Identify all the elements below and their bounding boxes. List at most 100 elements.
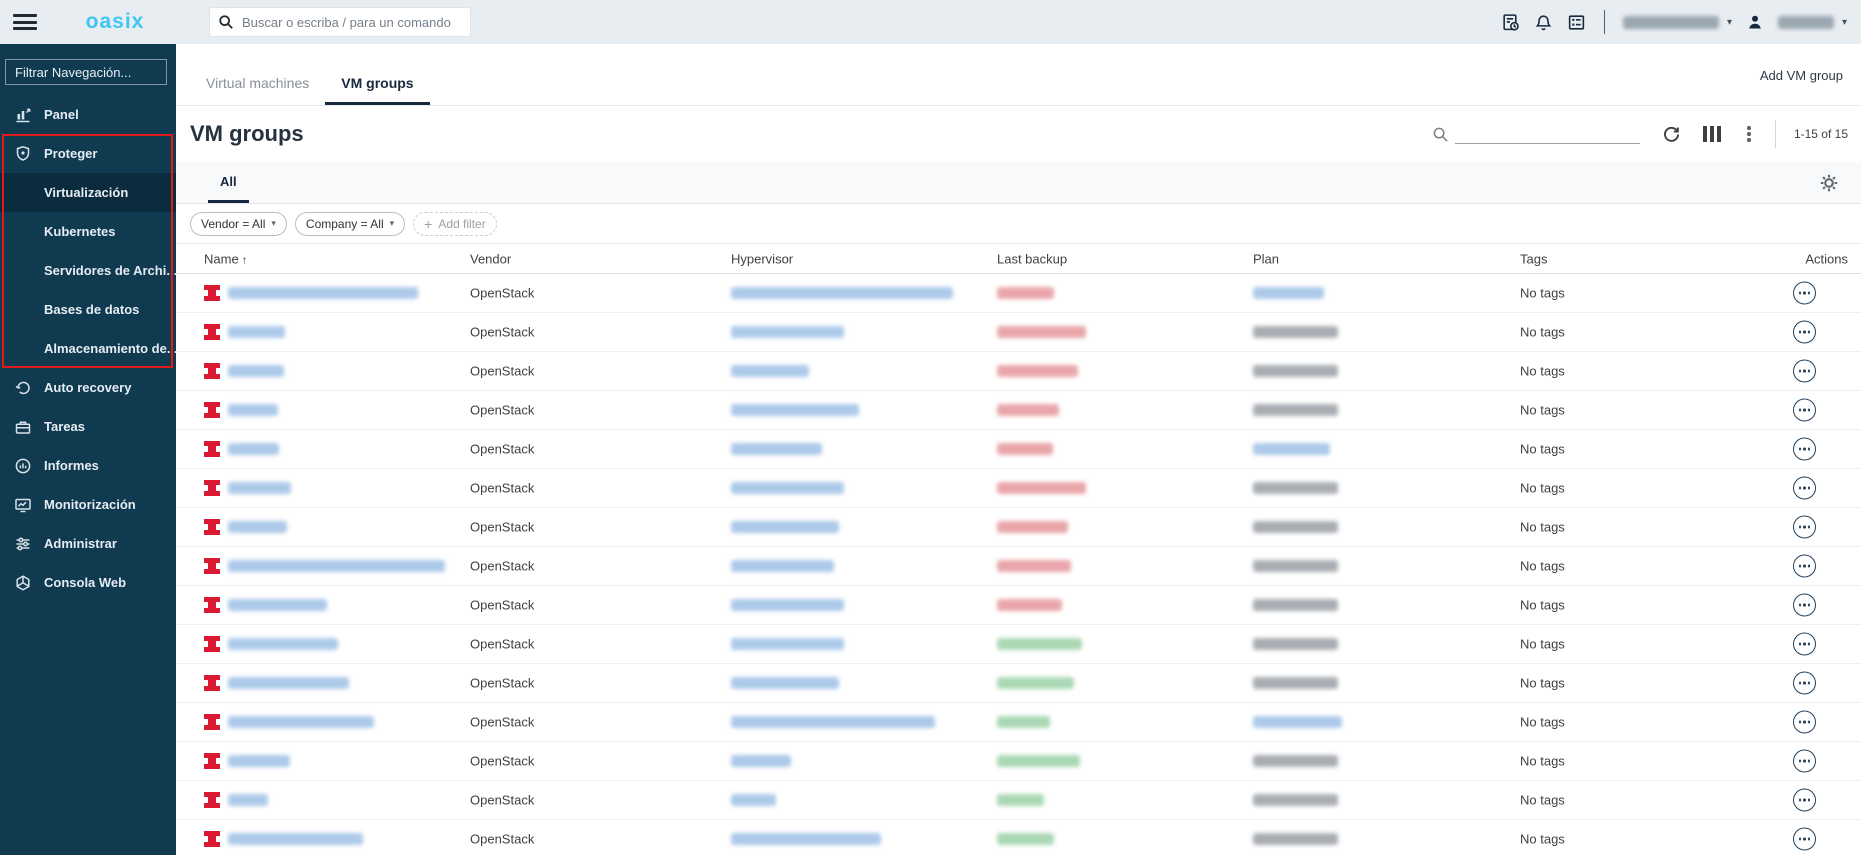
view-tab-all[interactable]: All	[208, 174, 249, 203]
vm-group-name-link[interactable]	[228, 638, 338, 650]
plan-link[interactable]	[1253, 287, 1324, 299]
row-actions-button[interactable]	[1793, 515, 1816, 539]
add-filter-button[interactable]: + Add filter	[413, 211, 497, 236]
table-search-input[interactable]	[1454, 124, 1640, 144]
user-name[interactable]	[1777, 15, 1834, 29]
refresh-icon[interactable]	[1662, 125, 1681, 144]
vm-group-name-link[interactable]	[228, 716, 374, 728]
filter-chip-company[interactable]: Company = All ▾	[294, 211, 406, 236]
sidebar-item-tareas[interactable]: Tareas	[0, 407, 176, 446]
row-actions-button[interactable]	[1793, 398, 1816, 422]
tags-text: No tags	[1520, 597, 1565, 613]
vm-group-name-link[interactable]	[228, 794, 268, 806]
vm-group-name-link[interactable]	[228, 443, 279, 455]
openstack-icon	[202, 519, 222, 535]
sidebar-filter-input[interactable]	[5, 59, 167, 85]
sidebar-item-virtualizaci-n[interactable]: Virtualización	[0, 173, 176, 212]
tab-virtual-machines[interactable]: Virtual machines	[190, 75, 325, 105]
sidebar-item-proteger[interactable]: Proteger	[0, 134, 176, 173]
company-selector[interactable]	[1622, 15, 1719, 29]
menu-toggle-button[interactable]	[13, 14, 37, 30]
hypervisor-link[interactable]	[731, 404, 859, 416]
vm-group-name-link[interactable]	[228, 326, 285, 338]
last-backup-text	[997, 404, 1059, 416]
row-actions-button[interactable]	[1793, 788, 1816, 812]
row-actions-button[interactable]	[1793, 359, 1816, 383]
vm-group-name-link[interactable]	[228, 287, 418, 299]
hypervisor-link[interactable]	[731, 638, 844, 650]
row-actions-button[interactable]	[1793, 710, 1816, 734]
hypervisor-link[interactable]	[731, 560, 834, 572]
add-vm-group-button[interactable]: Add VM group	[1760, 68, 1843, 83]
last-backup-text	[997, 599, 1062, 611]
sidebar-item-administrar[interactable]: Administrar	[0, 524, 176, 563]
vm-group-name-link[interactable]	[228, 365, 284, 377]
hypervisor-link[interactable]	[731, 443, 822, 455]
tags-text: No tags	[1520, 285, 1565, 301]
vm-group-name-link[interactable]	[228, 599, 327, 611]
notifications-bell-icon[interactable]	[1534, 13, 1553, 32]
hypervisor-link[interactable]	[731, 365, 809, 377]
hypervisor-link[interactable]	[731, 326, 844, 338]
row-actions-button[interactable]	[1793, 320, 1816, 344]
vm-group-name-link[interactable]	[228, 560, 445, 572]
hypervisor-link[interactable]	[731, 794, 776, 806]
vm-group-name-link[interactable]	[228, 833, 363, 845]
hypervisor-link[interactable]	[731, 599, 844, 611]
sidebar-item-kubernetes[interactable]: Kubernetes	[0, 212, 176, 251]
last-backup-text	[997, 482, 1086, 494]
row-actions-button[interactable]	[1793, 281, 1816, 305]
global-search-input[interactable]	[242, 14, 462, 30]
actions-list-icon[interactable]	[1567, 13, 1586, 32]
column-header-tags[interactable]: Tags	[1520, 251, 1547, 266]
vm-group-name-link[interactable]	[228, 677, 349, 689]
sidebar-item-monitorizaci-n[interactable]: Monitorización	[0, 485, 176, 524]
more-options-icon[interactable]	[1743, 126, 1755, 142]
plan-text	[1253, 326, 1338, 338]
hypervisor-link[interactable]	[731, 287, 953, 299]
filter-chip-vendor[interactable]: Vendor = All ▾	[190, 211, 287, 236]
vendor-text: OpenStack	[470, 753, 535, 769]
tab-vm-groups[interactable]: VM groups	[325, 75, 430, 105]
openstack-icon	[202, 558, 222, 574]
row-actions-button[interactable]	[1793, 476, 1816, 500]
vm-group-name-link[interactable]	[228, 755, 290, 767]
column-header-vendor[interactable]: Vendor	[470, 251, 511, 266]
column-header-plan[interactable]: Plan	[1253, 251, 1279, 266]
toolbar-divider	[1774, 120, 1776, 148]
plan-link[interactable]	[1253, 716, 1342, 728]
header-actions: ▾ ▾	[1501, 0, 1847, 44]
hypervisor-link[interactable]	[731, 482, 844, 494]
row-actions-button[interactable]	[1793, 437, 1816, 461]
plan-link[interactable]	[1253, 443, 1330, 455]
vm-group-name-link[interactable]	[228, 521, 287, 533]
jobs-icon[interactable]	[1501, 13, 1520, 32]
vm-group-name-link[interactable]	[228, 404, 278, 416]
sidebar-item-almacenamiento-de[interactable]: Almacenamiento de...	[0, 329, 176, 368]
sidebar-item-consola-web[interactable]: Consola Web	[0, 563, 176, 602]
column-header-hypervisor[interactable]: Hypervisor	[731, 251, 793, 266]
hypervisor-link[interactable]	[731, 833, 881, 845]
hypervisor-link[interactable]	[731, 521, 839, 533]
column-header-last-backup[interactable]: Last backup	[997, 251, 1067, 266]
global-search[interactable]	[209, 7, 471, 37]
user-avatar-icon[interactable]	[1746, 13, 1764, 31]
row-actions-button[interactable]	[1793, 554, 1816, 578]
columns-icon[interactable]	[1702, 126, 1722, 142]
row-actions-button[interactable]	[1793, 632, 1816, 656]
row-actions-button[interactable]	[1793, 593, 1816, 617]
hypervisor-link[interactable]	[731, 677, 839, 689]
column-header-name[interactable]: Name ↑	[204, 251, 247, 266]
sidebar-item-panel[interactable]: Panel	[0, 95, 176, 134]
sidebar-item-auto-recovery[interactable]: Auto recovery	[0, 368, 176, 407]
hypervisor-link[interactable]	[731, 716, 935, 728]
sidebar-item-servidores-de-archi[interactable]: Servidores de Archi...	[0, 251, 176, 290]
hypervisor-link[interactable]	[731, 755, 791, 767]
sidebar-item-informes[interactable]: Informes	[0, 446, 176, 485]
row-actions-button[interactable]	[1793, 671, 1816, 695]
settings-gear-icon[interactable]	[1819, 173, 1839, 193]
sidebar-item-bases-de-datos[interactable]: Bases de datos	[0, 290, 176, 329]
row-actions-button[interactable]	[1793, 749, 1816, 773]
vm-group-name-link[interactable]	[228, 482, 291, 494]
row-actions-button[interactable]	[1793, 827, 1816, 851]
